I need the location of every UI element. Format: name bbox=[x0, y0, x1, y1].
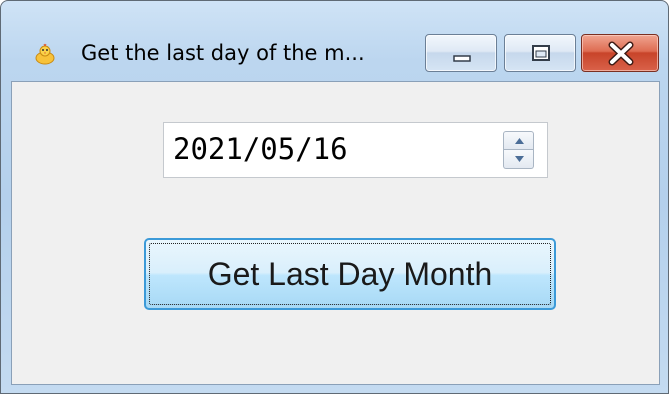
minimize-icon bbox=[453, 55, 471, 62]
close-icon bbox=[608, 41, 634, 66]
minimize-button[interactable] bbox=[425, 34, 497, 72]
arrow-up-icon bbox=[515, 138, 524, 144]
button-label: Get Last Day Month bbox=[207, 256, 493, 292]
arrow-down-icon bbox=[515, 156, 524, 162]
title-bar[interactable]: Get the last day of the m... bbox=[1, 1, 668, 79]
spin-down-button[interactable] bbox=[503, 150, 534, 169]
date-value[interactable]: 2021/05/16 bbox=[173, 132, 348, 166]
app-window: Get the last day of the m... 2021/05/16 bbox=[0, 0, 669, 394]
get-last-day-month-button[interactable]: Get Last Day Month bbox=[144, 238, 556, 310]
maximize-button[interactable] bbox=[504, 34, 576, 72]
close-button[interactable] bbox=[581, 34, 659, 72]
maximize-icon bbox=[532, 45, 550, 61]
form-client-area: 2021/05/16 Get Last Day Month bbox=[11, 81, 660, 385]
window-title: Get the last day of the m... bbox=[81, 41, 365, 65]
date-spinner[interactable] bbox=[503, 131, 534, 169]
app-chick-icon bbox=[34, 43, 56, 65]
spin-up-button[interactable] bbox=[503, 131, 534, 150]
date-picker[interactable]: 2021/05/16 bbox=[163, 122, 548, 178]
